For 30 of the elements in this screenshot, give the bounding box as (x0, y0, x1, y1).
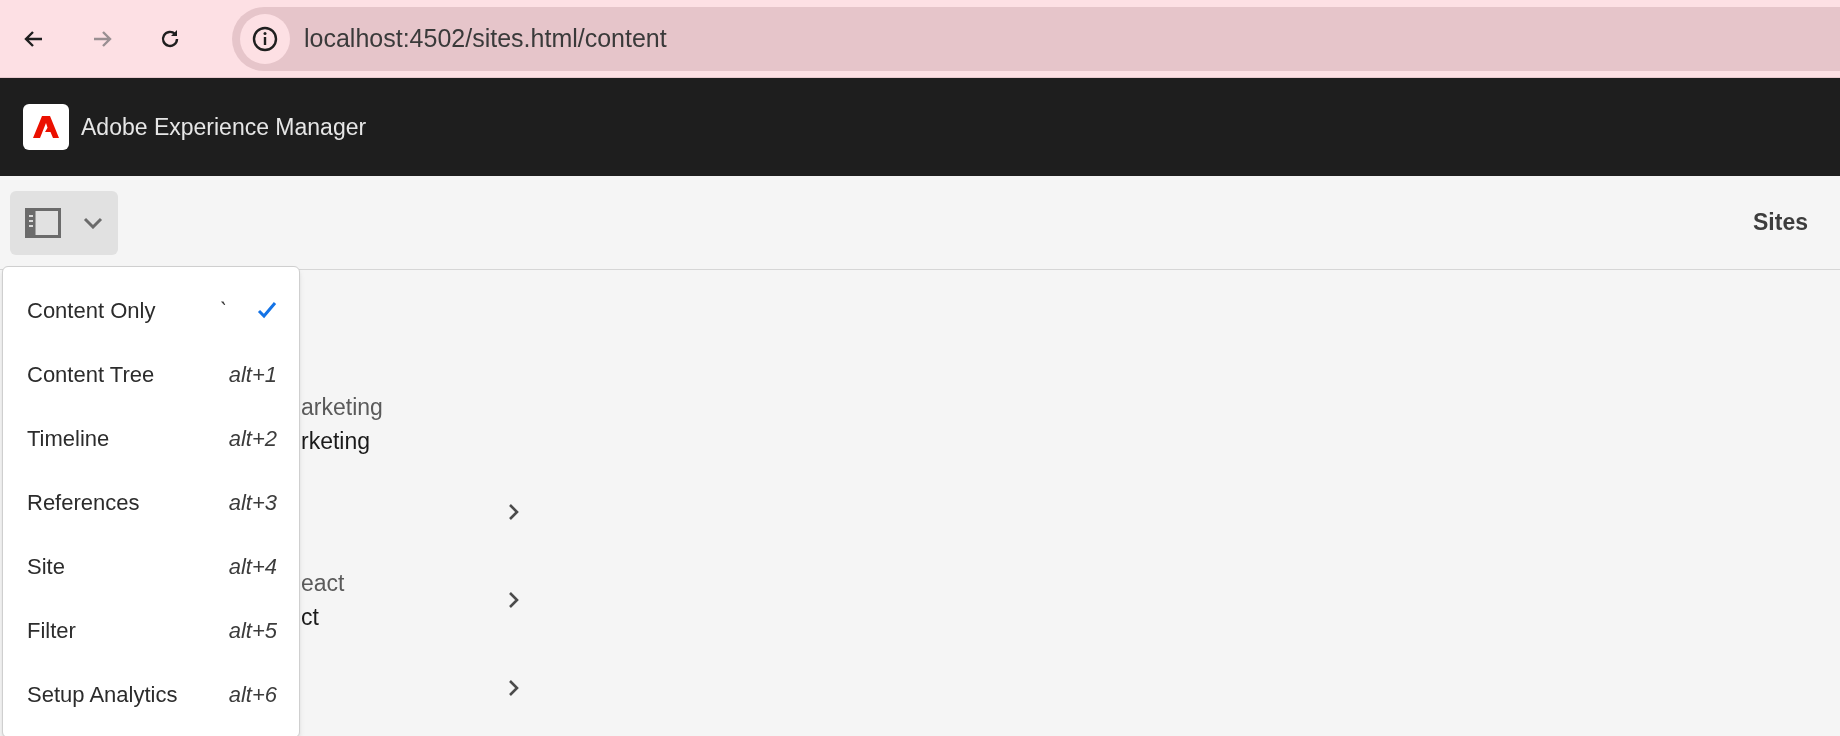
row-subtitle: arketing (301, 393, 383, 422)
row-title: ct (301, 603, 320, 632)
shortcut-text: alt+2 (228, 424, 277, 453)
row-title: rketing (301, 427, 372, 456)
app-title: Adobe Experience Manager (81, 112, 367, 142)
menu-item[interactable]: Filter alt+5 (3, 598, 299, 662)
chevron-right-icon[interactable] (507, 590, 521, 610)
page-title: Sites (1753, 208, 1808, 238)
menu-item[interactable]: Timeline alt+2 (3, 406, 299, 470)
shortcut-text: alt+1 (228, 360, 277, 389)
view-switcher-button[interactable] (10, 190, 118, 255)
url-text: localhost:4502/sites.html/content (304, 22, 667, 54)
panel-layout-icon (25, 207, 61, 238)
menu-item[interactable]: Site alt+4 (3, 534, 299, 598)
info-icon[interactable] (240, 13, 290, 64)
address-bar[interactable]: localhost:4502/sites.html/content (232, 6, 1840, 71)
shortcut-text: ` (219, 296, 227, 325)
chevron-down-icon (83, 216, 103, 229)
chevron-right-icon[interactable] (507, 502, 521, 522)
shortcut-text: alt+4 (228, 552, 277, 581)
shortcut-text: alt+3 (228, 488, 277, 517)
shortcut-text: alt+5 (228, 616, 277, 645)
menu-item[interactable]: References alt+3 (3, 470, 299, 534)
shortcut-text: alt+6 (228, 680, 277, 709)
menu-item[interactable]: Content Tree alt+1 (3, 342, 299, 406)
logo-icon (23, 104, 69, 150)
menu-item[interactable]: Setup Analytics alt+6 (3, 662, 299, 726)
row-subtitle: eact (301, 569, 345, 598)
chevron-right-icon[interactable] (507, 678, 521, 698)
menu-item[interactable]: Content Only ` (3, 278, 299, 342)
